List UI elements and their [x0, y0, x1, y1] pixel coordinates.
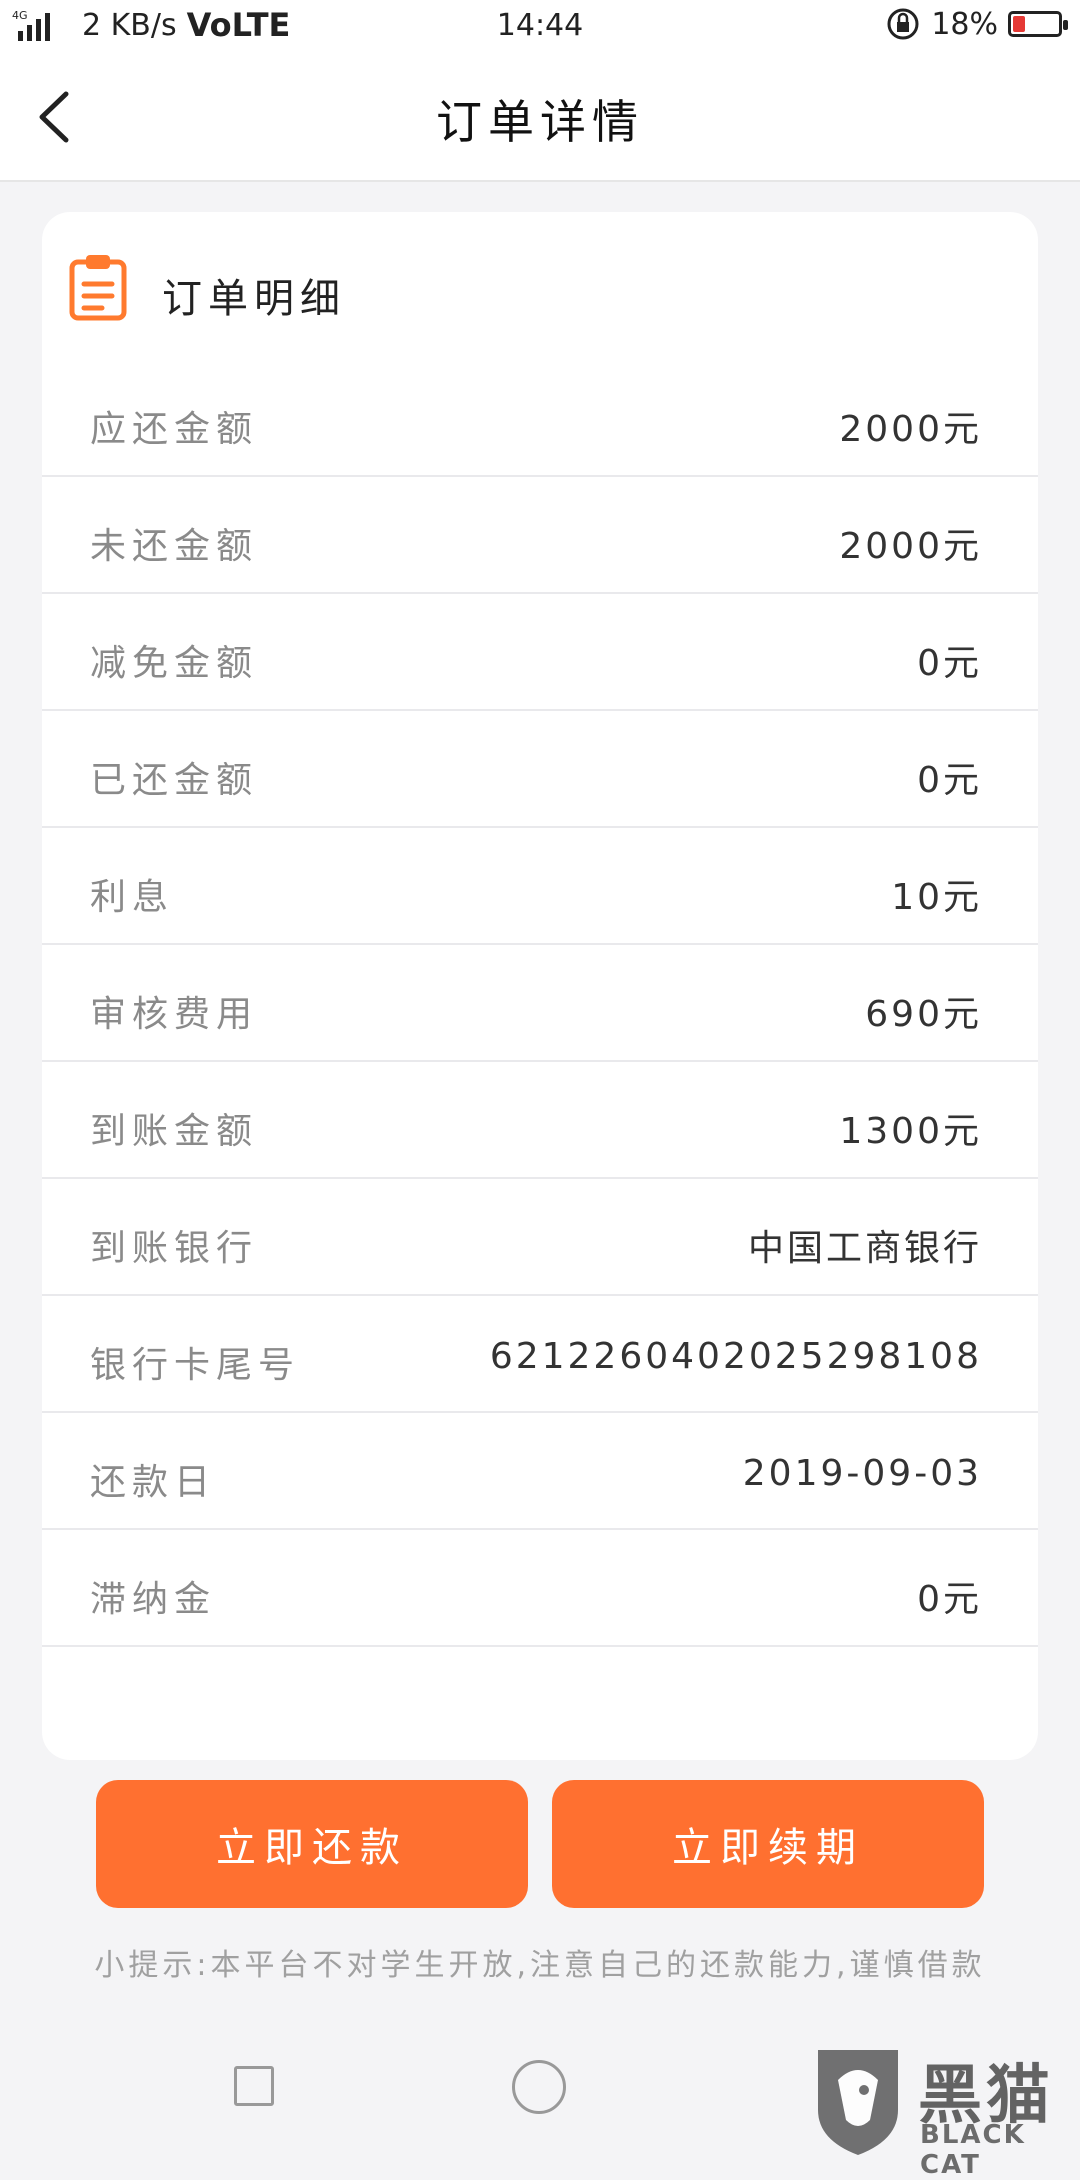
row-label: 到账金额 — [90, 1111, 259, 1152]
row-label: 应还金额 — [90, 409, 259, 450]
row-label: 减免金额 — [90, 643, 259, 684]
detail-rows: 应还金额 2000元 未还金额 2000元 减免金额 0元 已还金额 0元 利息… — [42, 360, 1038, 1647]
cat-shield-icon — [818, 2050, 898, 2155]
detail-row-receiving-bank: 到账银行 中国工商银行 — [42, 1179, 1038, 1296]
recent-apps-button[interactable] — [234, 2066, 274, 2106]
row-label: 已还金额 — [90, 760, 259, 801]
row-value: 2019-09-03 — [742, 1453, 982, 1494]
row-value: 2000元 — [839, 409, 982, 450]
row-value: 0元 — [917, 643, 982, 684]
row-value: 中国工商银行 — [747, 1228, 982, 1269]
tip-text: 小提示:本平台不对学生开放,注意自己的还款能力,谨慎借款 — [94, 1948, 986, 1983]
card-title: 订单明细 — [162, 276, 346, 322]
row-label: 滞纳金 — [90, 1579, 217, 1620]
detail-row-late-fee: 滞纳金 0元 — [42, 1530, 1038, 1647]
status-bar: 4G 2 KB/s VoLTE 14:44 18% — [0, 0, 1080, 54]
detail-row-paid-amount: 已还金额 0元 — [42, 711, 1038, 828]
row-label: 未还金额 — [90, 526, 259, 567]
row-value: 2000元 — [839, 526, 982, 567]
header: 订单详情 — [0, 54, 1080, 182]
extend-now-button[interactable]: 立即续期 — [552, 1780, 984, 1908]
row-label: 银行卡尾号 — [90, 1345, 301, 1386]
detail-row-unpaid-amount: 未还金额 2000元 — [42, 477, 1038, 594]
status-right: 18% — [885, 6, 1068, 42]
detail-row-repayment-date: 还款日 2019-09-03 — [42, 1413, 1038, 1530]
row-value: 690元 — [865, 994, 982, 1035]
row-value: 6212260402025298108 — [489, 1336, 982, 1377]
detail-row-review-fee: 审核费用 690元 — [42, 945, 1038, 1062]
repay-now-button[interactable]: 立即还款 — [96, 1780, 528, 1908]
page-title: 订单详情 — [436, 95, 644, 149]
battery-level — [1013, 16, 1025, 32]
detail-row-amount-due: 应还金额 2000元 — [42, 360, 1038, 477]
watermark-en: BLACK CAT — [920, 2120, 1026, 2180]
row-value: 1300元 — [839, 1111, 982, 1152]
detail-row-card-number: 银行卡尾号 6212260402025298108 — [42, 1296, 1038, 1413]
detail-row-waived-amount: 减免金额 0元 — [42, 594, 1038, 711]
detail-row-received-amount: 到账金额 1300元 — [42, 1062, 1038, 1179]
row-value: 0元 — [917, 760, 982, 801]
card-header: 订单明细 — [42, 212, 1038, 360]
row-label: 审核费用 — [90, 994, 259, 1035]
clipboard-icon — [69, 255, 127, 321]
order-detail-card: 订单明细 应还金额 2000元 未还金额 2000元 减免金额 0元 已还金额 … — [42, 212, 1038, 1760]
watermark-logo: 黑猫 BLACK CAT — [808, 2040, 1070, 2180]
row-value: 0元 — [917, 1579, 982, 1620]
rotation-lock-icon — [887, 8, 919, 40]
row-label: 还款日 — [90, 1462, 217, 1503]
battery-percent: 18% — [931, 6, 998, 42]
home-button[interactable] — [512, 2060, 566, 2114]
detail-row-interest: 利息 10元 — [42, 828, 1038, 945]
row-label: 到账银行 — [90, 1228, 259, 1269]
battery-icon — [1008, 11, 1068, 37]
row-value: 10元 — [891, 877, 982, 918]
row-label: 利息 — [90, 877, 175, 918]
